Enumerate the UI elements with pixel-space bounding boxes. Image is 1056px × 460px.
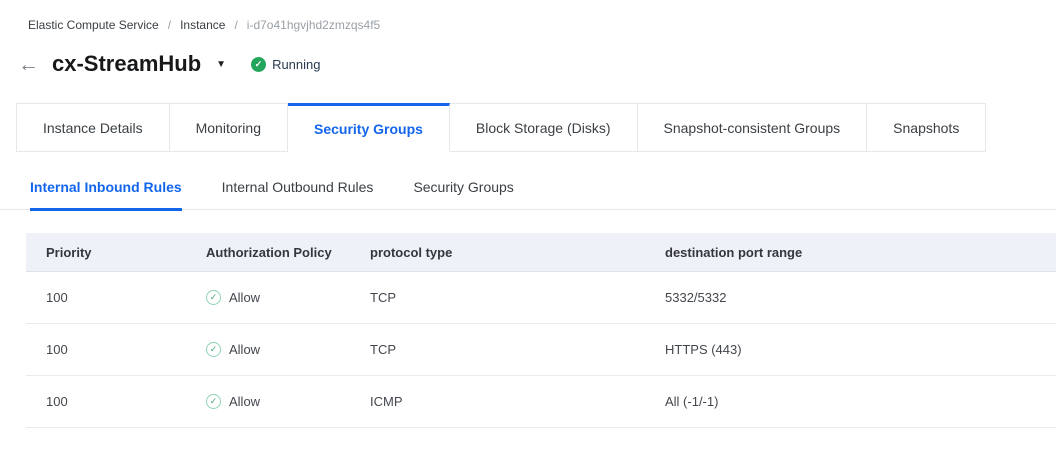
cell-destination-port-range: All (-1/-1): [665, 394, 1056, 409]
cell-protocol-type: TCP: [370, 290, 665, 305]
tab-security-groups[interactable]: Security Groups: [288, 103, 450, 152]
policy-label: Allow: [229, 290, 260, 305]
tab-snapshots[interactable]: Snapshots: [867, 103, 986, 152]
column-header-destination-port-range: destination port range: [665, 245, 1056, 260]
ecs-instance-page: Elastic Compute Service / Instance / i-d…: [0, 0, 1056, 460]
column-header-priority: Priority: [46, 245, 206, 260]
table-row: 100 ✓ Allow ICMP All (-1/-1): [26, 376, 1056, 428]
back-arrow-icon[interactable]: ←: [18, 54, 39, 75]
allow-check-icon: ✓: [206, 342, 221, 357]
column-header-authorization-policy: Authorization Policy: [206, 245, 370, 260]
column-header-protocol-type: protocol type: [370, 245, 665, 260]
inbound-rules-table: Priority Authorization Policy protocol t…: [26, 233, 1056, 428]
allow-check-icon: ✓: [206, 394, 221, 409]
tab-instance-details[interactable]: Instance Details: [16, 103, 170, 152]
subtab-internal-outbound-rules[interactable]: Internal Outbound Rules: [222, 179, 374, 209]
tab-block-storage[interactable]: Block Storage (Disks): [450, 103, 638, 152]
cell-authorization-policy: ✓ Allow: [206, 342, 370, 357]
tab-monitoring[interactable]: Monitoring: [170, 103, 288, 152]
cell-priority: 100: [46, 290, 206, 305]
breadcrumb-item-instance-id: i-d7o41hgvjhd2zmzqs4f5: [247, 18, 380, 32]
tab-snapshot-consistent-groups[interactable]: Snapshot-consistent Groups: [638, 103, 868, 152]
title-row: ← cx-StreamHub ▼ ✓ Running: [18, 51, 1056, 77]
policy-label: Allow: [229, 342, 260, 357]
breadcrumb: Elastic Compute Service / Instance / i-d…: [0, 0, 1056, 32]
status-running-icon: ✓: [251, 57, 266, 72]
breadcrumb-item-ecs[interactable]: Elastic Compute Service: [28, 18, 159, 32]
cell-destination-port-range: HTTPS (443): [665, 342, 1056, 357]
breadcrumb-separator: /: [168, 18, 171, 32]
status-label: Running: [272, 57, 320, 72]
cell-priority: 100: [46, 342, 206, 357]
cell-destination-port-range: 5332/5332: [665, 290, 1056, 305]
subtab-security-groups[interactable]: Security Groups: [413, 179, 513, 209]
table-row: 100 ✓ Allow TCP HTTPS (443): [26, 324, 1056, 376]
tab-bar: Instance Details Monitoring Security Gro…: [16, 103, 1056, 152]
subtab-bar: Internal Inbound Rules Internal Outbound…: [0, 179, 1056, 210]
status-badge: ✓ Running: [251, 57, 320, 72]
page-title: cx-StreamHub: [52, 51, 201, 77]
cell-priority: 100: [46, 394, 206, 409]
table-row: 100 ✓ Allow TCP 5332/5332: [26, 272, 1056, 324]
breadcrumb-item-instance[interactable]: Instance: [180, 18, 225, 32]
chevron-down-icon[interactable]: ▼: [216, 59, 226, 70]
table-header-row: Priority Authorization Policy protocol t…: [26, 233, 1056, 272]
policy-label: Allow: [229, 394, 260, 409]
breadcrumb-separator: /: [234, 18, 237, 32]
cell-authorization-policy: ✓ Allow: [206, 394, 370, 409]
allow-check-icon: ✓: [206, 290, 221, 305]
subtab-internal-inbound-rules[interactable]: Internal Inbound Rules: [30, 179, 182, 211]
cell-authorization-policy: ✓ Allow: [206, 290, 370, 305]
cell-protocol-type: ICMP: [370, 394, 665, 409]
cell-protocol-type: TCP: [370, 342, 665, 357]
